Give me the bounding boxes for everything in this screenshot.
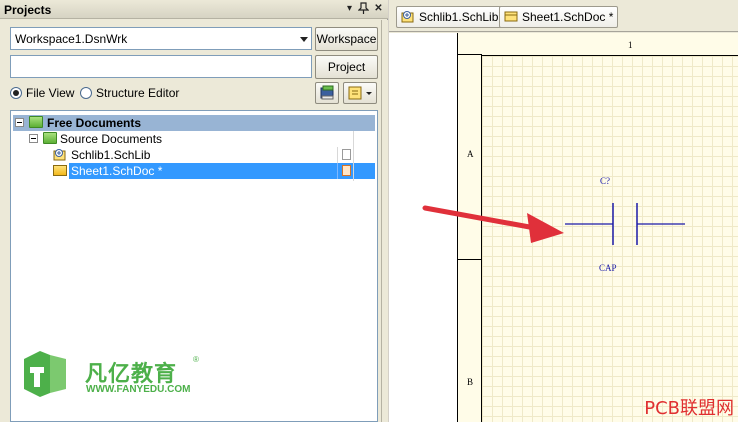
tree-group-row[interactable]: Source Documents [13, 131, 375, 147]
schdoc-icon [53, 165, 67, 176]
file-view-label: File View [26, 86, 75, 100]
compile-button[interactable] [315, 82, 339, 104]
file-view-radio[interactable] [10, 87, 22, 99]
pin-icon[interactable] [357, 2, 370, 16]
panel-title: Projects [4, 3, 52, 17]
project-button[interactable]: Project [315, 55, 378, 79]
registered-mark: ® [193, 355, 199, 364]
folder-icon [43, 132, 57, 144]
workspace-select[interactable]: Workspace1.DsnWrk [10, 27, 312, 50]
document-tabbar: Schlib1.SchLib Sheet1.SchDoc * [389, 0, 738, 32]
document-options-button[interactable] [343, 82, 377, 104]
chevron-down-icon[interactable] [300, 37, 308, 42]
tree-root-label: Free Documents [47, 116, 142, 130]
tree-item-label-selected: Sheet1.SchDoc * [69, 163, 375, 179]
tree-item-label: Schlib1.SchLib [71, 148, 151, 162]
tab-label: Sheet1.SchDoc * [522, 10, 614, 24]
row-label-a: A [467, 149, 474, 159]
tree-item-schlib[interactable]: Schlib1.SchLib [13, 147, 375, 163]
structure-editor-label: Structure Editor [96, 86, 180, 100]
tab-schdoc[interactable]: Sheet1.SchDoc * [499, 6, 619, 28]
structure-editor-radio[interactable] [80, 87, 92, 99]
fanyedu-logo-icon [24, 351, 66, 397]
tree-item-schdoc[interactable]: Sheet1.SchDoc * [13, 163, 375, 179]
column-divider [353, 131, 354, 181]
status-cell [337, 147, 354, 163]
column-label: 1 [628, 40, 633, 50]
component-comment[interactable]: CAP [599, 263, 617, 273]
schlib-icon [53, 148, 67, 161]
books-icon [320, 85, 334, 100]
status-cell [337, 163, 354, 179]
row-label-b: B [467, 377, 474, 387]
logo-url-text: WWW.FANYEDU.COM [86, 384, 191, 395]
tab-schlib[interactable]: Schlib1.SchLib [396, 6, 504, 28]
tree-group-label: Source Documents [60, 132, 163, 146]
panel-menu-icon[interactable]: ▾ [343, 2, 356, 16]
collapse-icon[interactable] [15, 118, 24, 127]
document-options-icon [348, 86, 372, 100]
workspace-button[interactable]: Workspace [315, 27, 378, 51]
projects-panel: Projects ▾ ✕ Workspace1.DsnWrk Workspace… [0, 0, 388, 422]
collapse-icon[interactable] [29, 134, 38, 143]
capacitor-component[interactable] [559, 183, 689, 273]
pcb-watermark: PCB联盟网 [644, 398, 734, 419]
project-search-input[interactable] [10, 55, 312, 78]
tree-root-row[interactable]: Free Documents [13, 115, 375, 131]
zone-divider [458, 259, 482, 260]
folder-icon [29, 116, 43, 128]
schlib-icon [401, 11, 414, 23]
border-line [458, 54, 482, 55]
workspace-select-value: Workspace1.DsnWrk [15, 32, 128, 46]
panel-edge [381, 20, 388, 422]
document-area: Schlib1.SchLib Sheet1.SchDoc * 1 A B C? … [389, 0, 738, 422]
tab-label: Schlib1.SchLib [419, 10, 499, 24]
schdoc-icon [504, 11, 518, 22]
panel-header: Projects ▾ ✕ [0, 0, 388, 19]
schematic-canvas[interactable]: 1 A B C? CAP [389, 33, 738, 422]
modified-document-icon [342, 165, 351, 176]
document-icon [342, 149, 351, 160]
close-icon[interactable]: ✕ [372, 2, 385, 16]
component-designator[interactable]: C? [600, 176, 610, 186]
